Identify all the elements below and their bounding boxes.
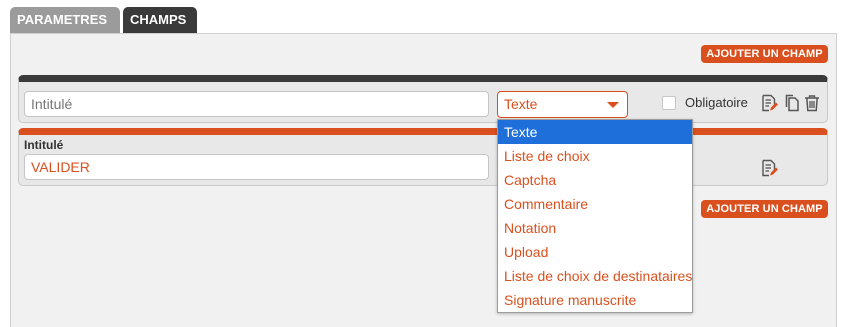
field-title-label: Intitulé xyxy=(24,138,64,152)
field-type-select[interactable]: Texte xyxy=(497,91,628,118)
trash-icon[interactable] xyxy=(803,94,821,112)
dropdown-option-signature[interactable]: Signature manuscrite xyxy=(498,288,692,312)
copy-icon[interactable] xyxy=(783,94,801,112)
field-type-selected-value: Texte xyxy=(504,96,538,112)
edit-icon[interactable] xyxy=(760,94,778,112)
dropdown-option-notation[interactable]: Notation xyxy=(498,216,692,240)
form-builder: PARAMETRES CHAMPS AJOUTER UN CHAMP Texte… xyxy=(0,0,846,327)
dropdown-option-liste-destinataires[interactable]: Liste de choix de destinataires xyxy=(498,264,692,288)
tab-parametres[interactable]: PARAMETRES xyxy=(10,7,120,33)
field-title-input[interactable] xyxy=(24,91,489,117)
dropdown-option-commentaire[interactable]: Commentaire xyxy=(498,192,692,216)
required-label: Obligatoire xyxy=(685,95,748,110)
field-card-2: Intitulé VALIDER xyxy=(18,128,828,186)
edit-icon[interactable] xyxy=(760,159,778,177)
add-field-button-top[interactable]: AJOUTER UN CHAMP xyxy=(701,45,828,63)
tab-champs[interactable]: CHAMPS xyxy=(123,7,197,33)
caret-down-icon xyxy=(607,102,619,108)
add-field-button-bottom[interactable]: AJOUTER UN CHAMP xyxy=(701,200,828,218)
field-type-dropdown: Texte Liste de choix Captcha Commentaire… xyxy=(497,119,693,313)
dropdown-option-liste-de-choix[interactable]: Liste de choix xyxy=(498,144,692,168)
field-card-1: Texte Obligatoire xyxy=(18,75,828,123)
dropdown-option-captcha[interactable]: Captcha xyxy=(498,168,692,192)
required-checkbox[interactable] xyxy=(662,96,676,110)
dropdown-option-texte[interactable]: Texte xyxy=(498,120,692,144)
field-title-value-input[interactable]: VALIDER xyxy=(24,154,489,180)
dropdown-option-upload[interactable]: Upload xyxy=(498,240,692,264)
